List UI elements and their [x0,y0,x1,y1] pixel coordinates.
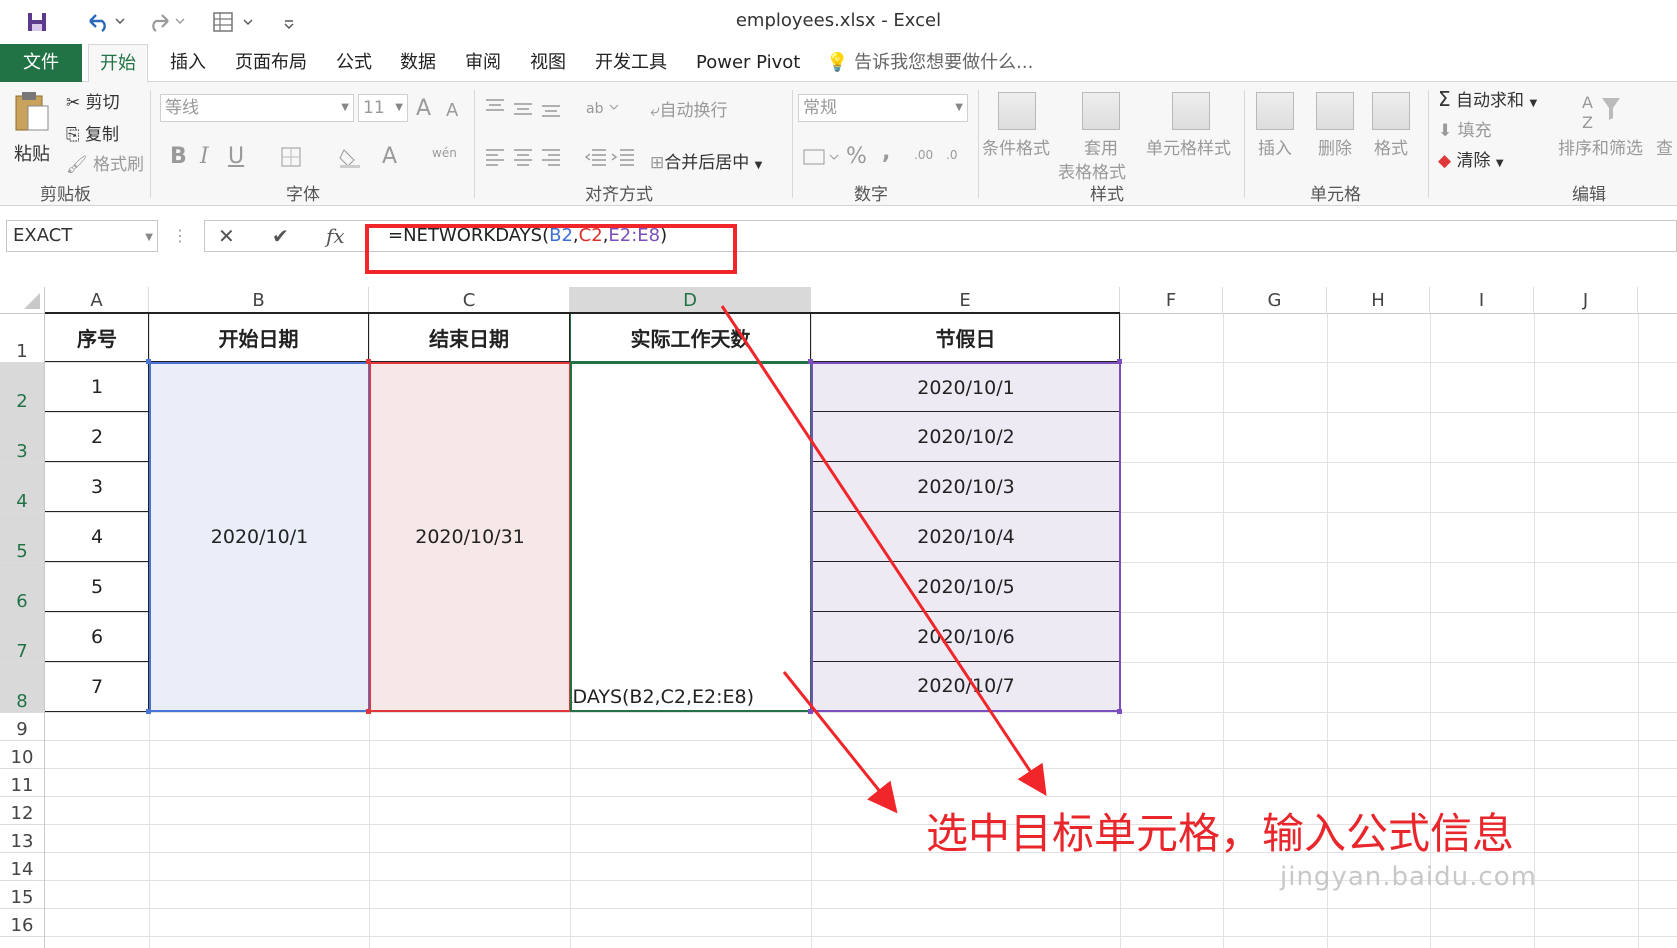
annotation-text: 选中目标单元格，输入公式信息 [926,809,1515,858]
annotation-arrow [720,305,1047,797]
watermark: jingyan.baidu.com [1280,862,1537,892]
annotation-arrow [782,671,898,814]
